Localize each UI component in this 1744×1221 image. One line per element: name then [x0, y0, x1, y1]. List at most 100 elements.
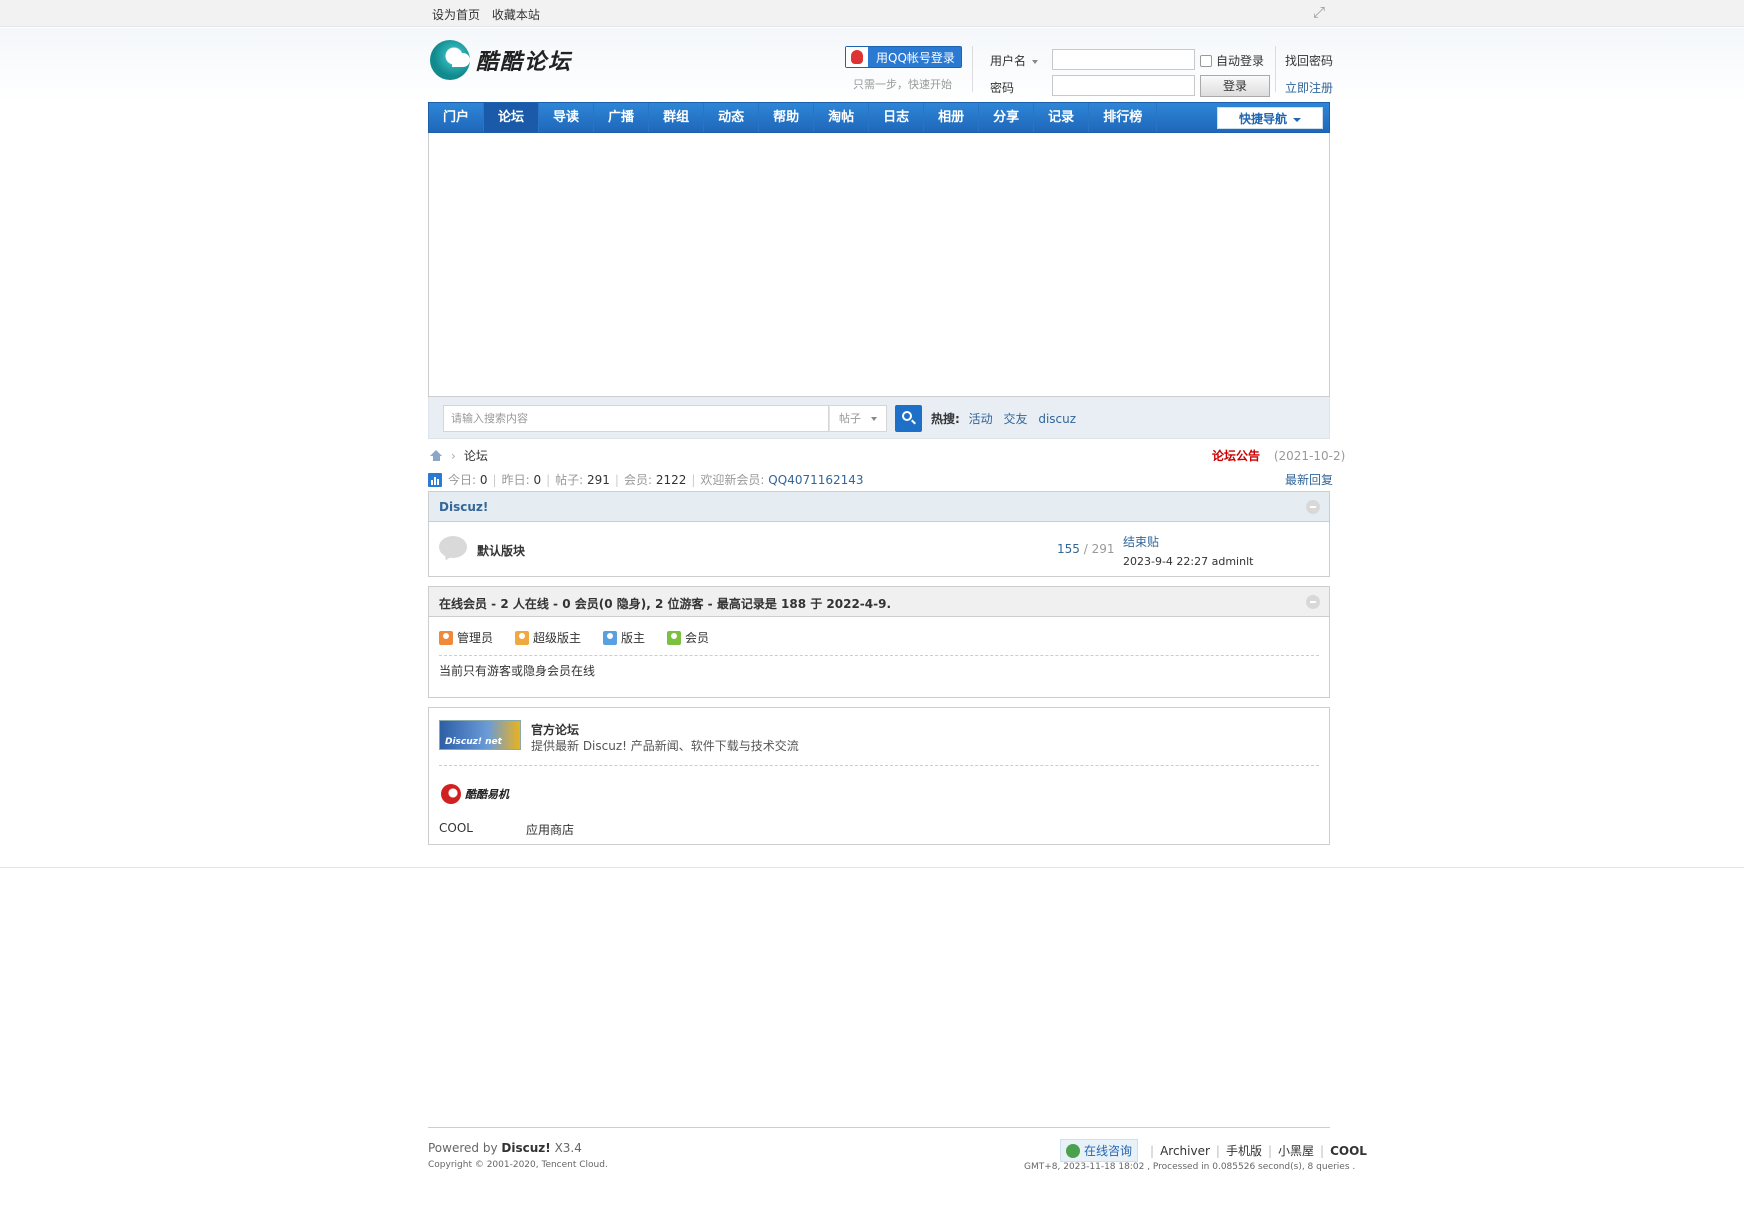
user-group-legend: 管理员 超级版主 版主 会员: [439, 629, 731, 646]
discuz-net-logo[interactable]: Discuz! net: [439, 720, 521, 750]
footer-link-mobile[interactable]: 手机版: [1226, 1142, 1262, 1159]
login-button[interactable]: 登录: [1200, 75, 1270, 97]
last-post-title[interactable]: 结束贴: [1123, 533, 1253, 550]
username-type-select[interactable]: 用户名: [990, 52, 1039, 69]
footer-brand[interactable]: COOL: [1330, 1144, 1367, 1158]
forum-group-title[interactable]: Discuz!: [439, 500, 488, 514]
powered-by: Powered by Discuz! X3.4: [428, 1141, 582, 1155]
divider: [439, 765, 1319, 766]
set-homepage-link[interactable]: 设为首页: [432, 8, 480, 22]
search-button[interactable]: [895, 405, 922, 432]
search-input[interactable]: 请输入搜索内容: [443, 405, 829, 432]
top-links: 设为首页 收藏本站: [432, 6, 548, 23]
hot-search: 热搜: 活动 交友 discuz: [931, 410, 1083, 427]
hot-search-label: 热搜:: [931, 412, 960, 426]
forum-name[interactable]: 默认版块: [477, 542, 525, 559]
nav-item-doing[interactable]: 记录: [1034, 103, 1090, 132]
moderator-icon: [603, 630, 618, 645]
footer-link-blacklist[interactable]: 小黑屋: [1278, 1142, 1314, 1159]
forum-last-post: 结束贴 2023-9-4 22:27 adminlt: [1123, 533, 1253, 568]
find-password-link[interactable]: 找回密码: [1285, 52, 1333, 69]
latest-reply-link[interactable]: 最新回复: [1285, 471, 1333, 488]
newest-member-link[interactable]: QQ4071162143: [768, 473, 863, 487]
nav-item-share[interactable]: 分享: [979, 103, 1035, 132]
announcement: 论坛公告 (2021-10-2): [1212, 447, 1345, 464]
divider: [439, 655, 1319, 656]
quick-nav-button[interactable]: 快捷导航: [1217, 107, 1323, 129]
stat-members: 2122: [655, 472, 687, 487]
collapse-icon[interactable]: [1306, 595, 1320, 609]
hot-term[interactable]: discuz: [1038, 412, 1076, 426]
cool-logo-icon: [441, 784, 461, 804]
nav-item-guide[interactable]: 导读: [539, 103, 595, 132]
chevron-down-icon: [1293, 117, 1301, 122]
official-forum-desc: 提供最新 Discuz! 产品新闻、软件下载与技术交流: [531, 739, 799, 753]
logo-mark-icon: [430, 40, 470, 80]
text-link-app-store[interactable]: 应用商店: [526, 821, 574, 838]
announcement-date: (2021-10-2): [1273, 449, 1346, 463]
nav-item-broadcast[interactable]: 广播: [594, 103, 650, 132]
nav-item-blog[interactable]: 日志: [869, 103, 925, 132]
forum-row: 默认版块 155 / 291 结束贴 2023-9-4 22:27 adminl…: [429, 522, 1329, 575]
home-icon[interactable]: [430, 450, 443, 461]
stat-yesterday: 0: [533, 472, 542, 487]
nav-item-groups[interactable]: 群组: [649, 103, 705, 132]
legend-member: 会员: [667, 629, 709, 646]
online-header: 在线会员 - 2 人在线 - 0 会员(0 隐身), 2 位游客 - 最高记录是…: [429, 587, 1329, 617]
nav-item-collection[interactable]: 淘帖: [814, 103, 870, 132]
password-label: 密码: [990, 81, 1015, 95]
header-divider: [1275, 46, 1276, 92]
qq-login-button[interactable]: 用QQ帐号登录: [845, 46, 962, 68]
nav-item-portal[interactable]: 门户: [429, 103, 485, 132]
chevron-down-icon: [1032, 59, 1039, 64]
fullscreen-icon[interactable]: ⤢: [1313, 4, 1329, 20]
breadcrumb-current[interactable]: 论坛: [464, 447, 488, 464]
auto-login-checkbox[interactable]: [1200, 54, 1212, 67]
online-consult-button[interactable]: 在线咨询: [1060, 1139, 1139, 1162]
footer-line: [0, 867, 1744, 868]
auto-login-label: 自动登录: [1216, 54, 1265, 68]
official-forum-title[interactable]: 官方论坛: [531, 721, 579, 738]
nav-item-help[interactable]: 帮助: [759, 103, 815, 132]
qq-login-hint: 只需一步，快速开始: [853, 78, 952, 91]
nav-item-album[interactable]: 相册: [924, 103, 980, 132]
username-input[interactable]: [1052, 49, 1195, 70]
search-type-select[interactable]: 帖子: [829, 405, 887, 432]
footer-processing-info: GMT+8, 2023-11-18 18:02 , Processed in 0…: [1024, 1162, 1356, 1172]
stat-posts: 291: [587, 472, 610, 487]
banner-area: [428, 133, 1330, 397]
text-link-cool[interactable]: COOL: [439, 821, 473, 835]
auto-login-toggle[interactable]: 自动登录: [1200, 52, 1264, 69]
footer-divider: [428, 1127, 1330, 1128]
nav-item-feed[interactable]: 动态: [704, 103, 760, 132]
site-logo[interactable]: 酷酷论坛: [430, 36, 598, 84]
online-message: 当前只有游客或隐身会员在线: [439, 664, 596, 678]
consult-icon: [1066, 1143, 1080, 1158]
footer-links: 在线咨询 | Archiver | 手机版 | 小黑屋 | COOL: [1060, 1139, 1367, 1162]
bookmark-link[interactable]: 收藏本站: [492, 8, 540, 22]
announcement-title[interactable]: 论坛公告: [1212, 449, 1260, 463]
last-post-meta[interactable]: 2023-9-4 22:27 adminlt: [1123, 555, 1253, 568]
main-nav: 门户 论坛 导读 广播 群组 动态 帮助 淘帖 日志 相册 分享 记录 排行榜 …: [428, 102, 1330, 133]
qq-login-label: 用QQ帐号登录: [876, 50, 955, 65]
register-link[interactable]: 立即注册: [1285, 79, 1333, 96]
logo-text: 酷酷论坛: [476, 49, 573, 75]
password-input[interactable]: [1052, 75, 1195, 96]
forum-bubble-icon: [439, 536, 467, 558]
breadcrumb: › 论坛: [430, 447, 488, 464]
discuz-link[interactable]: Discuz!: [501, 1141, 550, 1155]
hot-term[interactable]: 活动: [969, 412, 993, 426]
super-moderator-icon: [515, 630, 530, 645]
cool-logo[interactable]: 酷酷易机: [441, 784, 509, 804]
nav-item-forum[interactable]: 论坛: [484, 103, 540, 132]
footer-link-archiver[interactable]: Archiver: [1160, 1144, 1210, 1158]
online-title[interactable]: 在线会员 - 2 人在线 - 0 会员(0 隐身), 2 位游客 - 最高记录是…: [439, 595, 891, 612]
nav-item-ranklist[interactable]: 排行榜: [1089, 103, 1158, 132]
admin-icon: [439, 630, 453, 645]
forum-stats: 今日: 0 | 昨日: 0 | 帖子: 291 | 会员: 2122 | 欢迎新…: [428, 471, 864, 488]
member-icon: [667, 630, 682, 645]
online-members-box: 在线会员 - 2 人在线 - 0 会员(0 隐身), 2 位游客 - 最高记录是…: [428, 586, 1330, 698]
qq-icon: [846, 47, 868, 67]
hot-term[interactable]: 交友: [1003, 412, 1027, 426]
collapse-icon[interactable]: [1306, 500, 1320, 514]
